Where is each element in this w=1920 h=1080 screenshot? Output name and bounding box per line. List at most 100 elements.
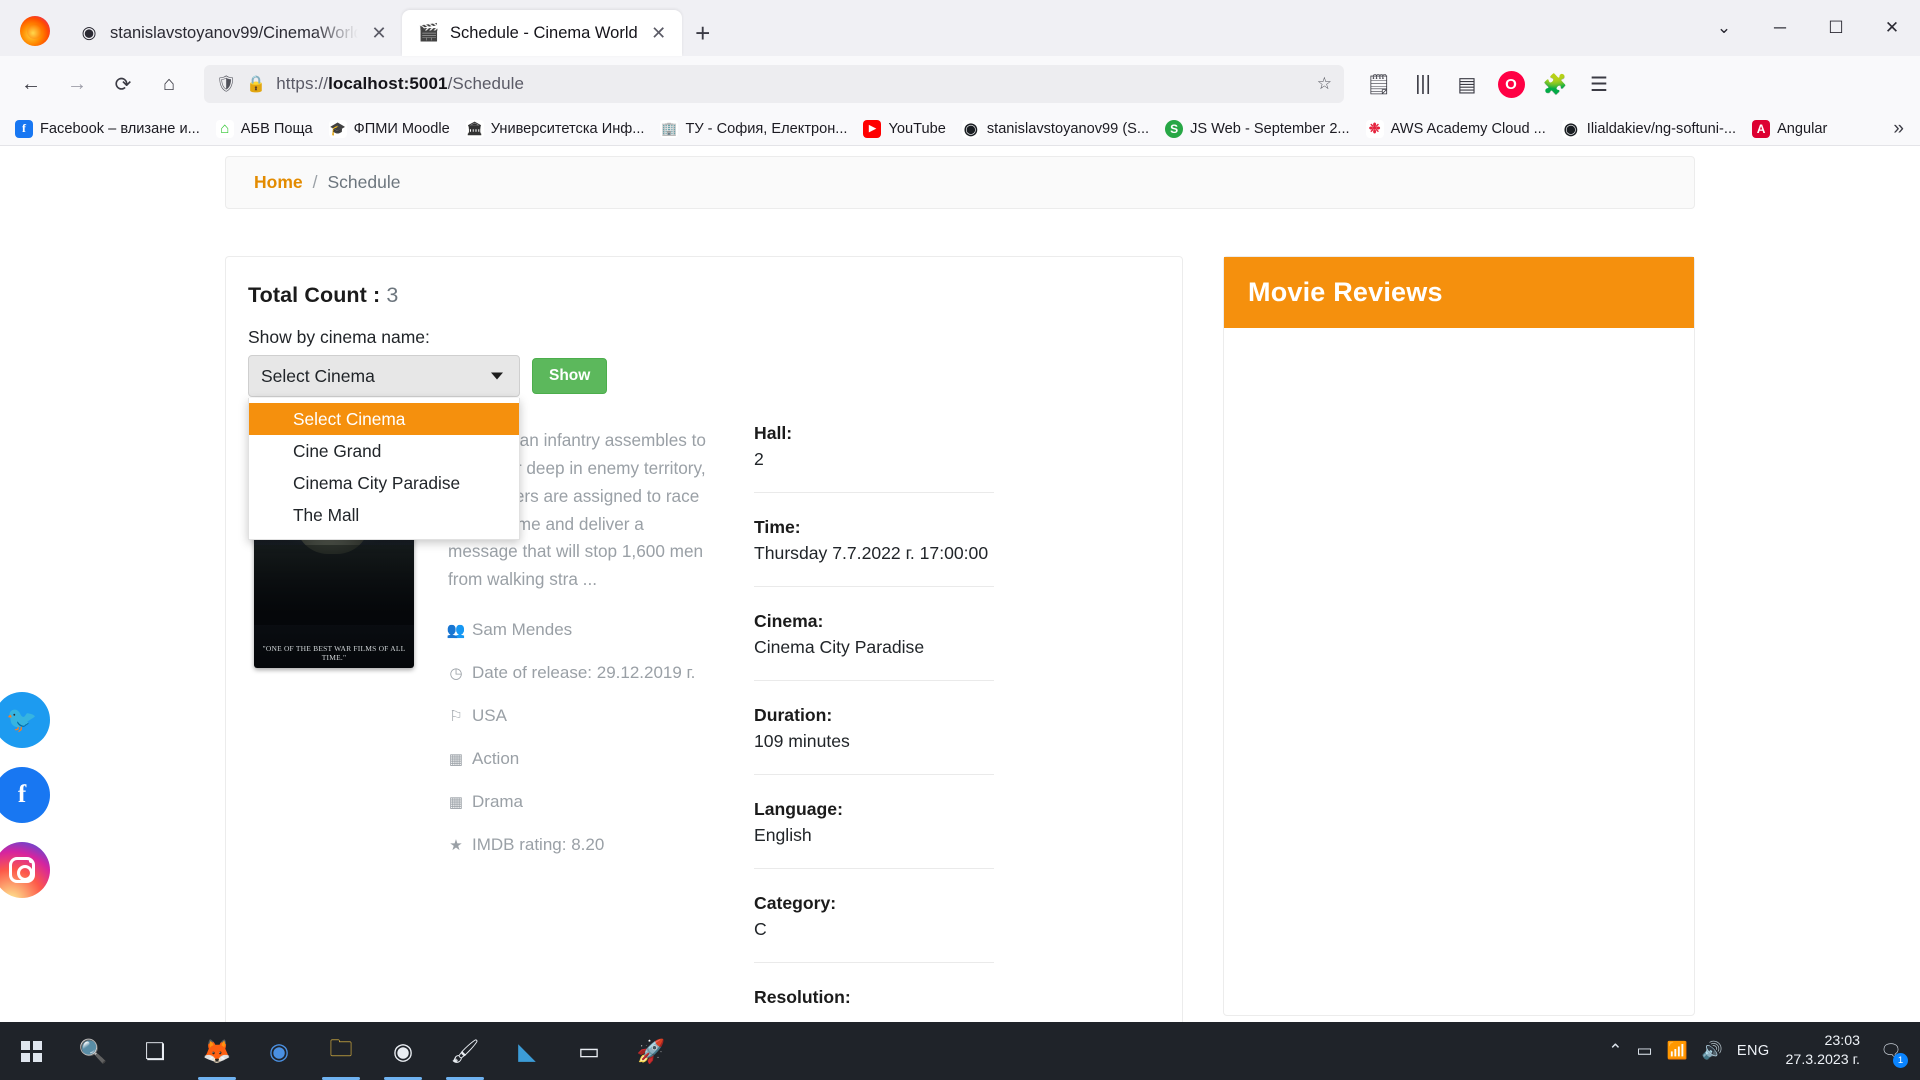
bookmark-fpmi-moodle[interactable]: 🎓 ФПМИ Moodle <box>322 117 457 141</box>
address-bar[interactable]: 🛡 🔒 https://localhost:5001/Schedule ☆ <box>204 65 1344 103</box>
taskbar-chrome[interactable]: ◉ <box>248 1022 310 1080</box>
tab-title: stanislavstoyanov99/CinemaWorld <box>110 23 358 42</box>
breadcrumb-home-link[interactable]: Home <box>254 172 303 193</box>
show-button[interactable]: Show <box>532 358 608 394</box>
taskbar-postman[interactable]: 🚀 <box>620 1022 682 1080</box>
taskbar-file-explorer[interactable]: 🗀 <box>310 1022 372 1080</box>
pocket-icon[interactable]: 🗒 <box>1358 63 1400 105</box>
bookmark-facebook[interactable]: f Facebook – влизане и... <box>8 117 207 141</box>
bookmark-ng-softuni[interactable]: ◉ Ilialdakiev/ng-softuni-... <box>1555 117 1743 141</box>
taskbar-paint[interactable]: 🖌 <box>434 1022 496 1080</box>
angular-icon: A <box>1752 119 1771 138</box>
tab-strip: ◉ stanislavstoyanov99/CinemaWorld ✕ 🎬 Sc… <box>0 0 1920 56</box>
breadcrumb-separator: / <box>312 172 318 192</box>
bookmark-js-web[interactable]: S JS Web - September 2... <box>1158 117 1357 141</box>
bookmark-angular[interactable]: A Angular <box>1745 117 1834 141</box>
cinema-dropdown-list[interactable]: Select Cinema Cine Grand Cinema City Par… <box>248 398 520 540</box>
extensions-icon[interactable]: 🧩 <box>1534 63 1576 105</box>
paint-icon: 🖌 <box>450 1037 480 1064</box>
moodle-icon: 🎓 <box>328 119 347 138</box>
instagram-button[interactable] <box>0 842 50 898</box>
facebook-button[interactable]: f <box>0 767 50 823</box>
movie-rating-value: IMDB rating: 8.20 <box>472 835 605 855</box>
bookmark-label: ФПМИ Moodle <box>353 120 450 137</box>
taskbar-firefox[interactable]: 🦊 <box>186 1022 248 1080</box>
dropdown-option-the-mall[interactable]: The Mall <box>249 499 519 531</box>
home-button[interactable]: ⌂ <box>148 63 190 105</box>
taskbar-github-desktop[interactable]: ◉ <box>372 1022 434 1080</box>
close-window-button[interactable]: ✕ <box>1864 5 1920 51</box>
detail-category: Category: C <box>754 893 994 963</box>
url-host: localhost:5001 <box>328 74 448 93</box>
tab-cinemaworld-repo[interactable]: ◉ stanislavstoyanov99/CinemaWorld ✕ <box>62 10 402 56</box>
battery-icon[interactable]: ▭ <box>1637 1041 1653 1061</box>
bookmark-github-profile[interactable]: ◉ stanislavstoyanov99 (S... <box>955 117 1156 141</box>
library-icon[interactable]: ||| <box>1402 63 1444 105</box>
bookmark-star-icon[interactable]: ☆ <box>1317 74 1332 94</box>
search-button[interactable]: 🔍 <box>62 1022 124 1080</box>
shield-icon[interactable]: 🛡 <box>216 74 236 94</box>
star-icon: ★ <box>449 837 463 855</box>
reader-view-icon[interactable]: ▤ <box>1446 63 1488 105</box>
clock-date: 27.3.2023 г. <box>1785 1052 1860 1068</box>
clock-time: 23:03 <box>1824 1032 1860 1049</box>
tray-overflow-icon[interactable]: ⌃ <box>1608 1041 1622 1061</box>
task-view-icon: ❏ <box>144 1037 166 1064</box>
lock-icon[interactable]: 🔒 <box>246 74 266 94</box>
menu-icon[interactable]: ☰ <box>1578 63 1620 105</box>
movie-genre-action: ▦ Action <box>448 749 706 769</box>
notification-center-button[interactable]: 🗨 1 <box>1874 1033 1908 1069</box>
twitter-button[interactable]: 🐦 <box>0 692 50 748</box>
taskbar-vscode[interactable]: ◣ <box>496 1022 558 1080</box>
back-button[interactable]: ← <box>10 63 52 105</box>
taskbar-terminal[interactable]: ▭ <box>558 1022 620 1080</box>
url-path: /Schedule <box>447 74 525 93</box>
bookmark-youtube[interactable]: ▶ YouTube <box>856 117 952 141</box>
forward-button[interactable]: → <box>56 63 98 105</box>
new-tab-button[interactable]: + <box>682 12 724 54</box>
dropdown-option-cinema-city-paradise[interactable]: Cinema City Paradise <box>249 467 519 499</box>
director-icon: 👥 <box>446 622 466 640</box>
language-indicator[interactable]: ENG <box>1737 1043 1770 1059</box>
filter-label: Show by cinema name: <box>248 327 430 347</box>
minimize-button[interactable]: ─ <box>1752 5 1808 51</box>
dropdown-option-cine-grand[interactable]: Cine Grand <box>249 435 519 467</box>
bookmark-label: ТУ - София, Електрон... <box>685 120 848 137</box>
movie-genre-value: Action <box>472 749 520 769</box>
bookmark-aws-academy[interactable]: ❉ AWS Academy Cloud ... <box>1359 117 1553 141</box>
task-view-button[interactable]: ❏ <box>124 1022 186 1080</box>
page-container: Home / Schedule Total Count : 3 Show by … <box>225 156 1695 1022</box>
chrome-icon: ◉ <box>268 1037 290 1064</box>
firefox-window: ◉ stanislavstoyanov99/CinemaWorld ✕ 🎬 Sc… <box>0 0 1920 1022</box>
bookmark-label: АБВ Поща <box>240 120 313 137</box>
system-tray: ⌃ ▭ 📶 🔊 ENG 23:03 27.3.2023 г. 🗨 1 <box>1608 1032 1920 1070</box>
cinema-select[interactable]: Select Cinema <box>248 355 520 397</box>
tab-schedule-cinema-world[interactable]: 🎬 Schedule - Cinema World ✕ <box>402 10 682 56</box>
list-all-tabs-icon[interactable]: ⌄ <box>1696 5 1752 51</box>
start-button[interactable] <box>0 1022 62 1080</box>
close-tab-icon[interactable]: ✕ <box>368 23 390 44</box>
maximize-button[interactable]: ☐ <box>1808 5 1864 51</box>
github-icon: ◉ <box>81 23 97 42</box>
dropdown-option-select-cinema[interactable]: Select Cinema <box>249 403 519 435</box>
close-tab-icon[interactable]: ✕ <box>648 23 670 44</box>
clock[interactable]: 23:03 27.3.2023 г. <box>1784 1032 1860 1070</box>
bookmark-university-info[interactable]: 🏛 Университетска Инф... <box>459 117 652 141</box>
detail-resolution: Resolution: <box>754 987 994 1022</box>
movie-director: 👥 Sam Mendes <box>446 620 706 640</box>
search-icon: 🔍 <box>78 1037 108 1064</box>
reload-button[interactable]: ⟳ <box>102 63 144 105</box>
network-icon[interactable]: 📶 <box>1667 1041 1688 1061</box>
bookmark-abv-mail[interactable]: ⌂ АБВ Поща <box>209 117 320 141</box>
opera-extension-icon[interactable]: O <box>1490 63 1532 105</box>
film-strip-icon: ▦ <box>448 751 464 769</box>
movie-country-value: USA <box>472 706 507 726</box>
volume-icon[interactable]: 🔊 <box>1702 1041 1723 1061</box>
content-row: Total Count : 3 Show by cinema name: Sel… <box>225 256 1695 1022</box>
bookmark-tu-sofia[interactable]: 🏢 ТУ - София, Електрон... <box>653 117 854 141</box>
detail-label: Hall: <box>754 423 793 443</box>
bookmarks-overflow-icon[interactable]: » <box>1893 118 1912 140</box>
total-count-label: Total Count : <box>248 283 381 307</box>
bookmark-label: Университетска Инф... <box>490 120 645 137</box>
clock-icon: ◷ <box>449 665 463 683</box>
